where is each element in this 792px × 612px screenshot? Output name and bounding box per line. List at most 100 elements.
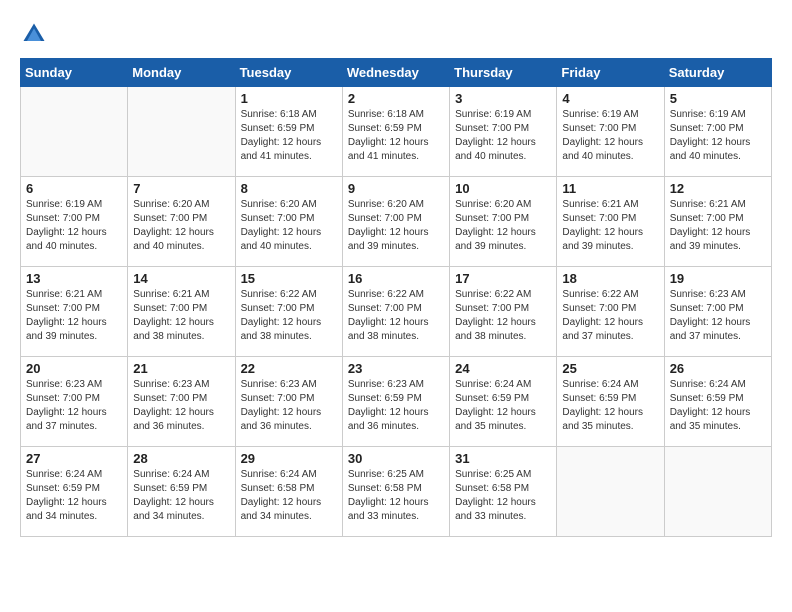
day-number: 26 xyxy=(670,361,766,376)
day-info: Sunrise: 6:24 AM Sunset: 6:58 PM Dayligh… xyxy=(241,468,337,524)
page-header xyxy=(20,20,772,48)
day-info: Sunrise: 6:21 AM Sunset: 7:00 PM Dayligh… xyxy=(670,198,766,254)
day-info: Sunrise: 6:20 AM Sunset: 7:00 PM Dayligh… xyxy=(348,198,444,254)
day-number: 31 xyxy=(455,451,551,466)
calendar-cell: 27 Sunrise: 6:24 AM Sunset: 6:59 PM Dayli… xyxy=(21,447,128,537)
day-number: 28 xyxy=(133,451,229,466)
calendar-cell: 23 Sunrise: 6:23 AM Sunset: 6:59 PM Dayli… xyxy=(342,357,449,447)
day-info: Sunrise: 6:23 AM Sunset: 7:00 PM Dayligh… xyxy=(26,378,122,434)
day-info: Sunrise: 6:24 AM Sunset: 6:59 PM Dayligh… xyxy=(562,378,658,434)
calendar-week-row: 27 Sunrise: 6:24 AM Sunset: 6:59 PM Dayli… xyxy=(21,447,772,537)
day-number: 15 xyxy=(241,271,337,286)
day-number: 16 xyxy=(348,271,444,286)
day-of-week-header: Tuesday xyxy=(235,59,342,87)
calendar-cell: 29 Sunrise: 6:24 AM Sunset: 6:58 PM Dayli… xyxy=(235,447,342,537)
calendar-cell: 5 Sunrise: 6:19 AM Sunset: 7:00 PM Daylig… xyxy=(664,87,771,177)
day-info: Sunrise: 6:21 AM Sunset: 7:00 PM Dayligh… xyxy=(26,288,122,344)
calendar-cell: 18Sunrise: 6:22 AM Sunset: 7:00 PM Dayli… xyxy=(557,267,664,357)
day-info: Sunrise: 6:19 AM Sunset: 7:00 PM Dayligh… xyxy=(26,198,122,254)
calendar-cell xyxy=(128,87,235,177)
day-info: Sunrise: 6:20 AM Sunset: 7:00 PM Dayligh… xyxy=(241,198,337,254)
day-info: Sunrise: 6:25 AM Sunset: 6:58 PM Dayligh… xyxy=(348,468,444,524)
day-info: Sunrise: 6:19 AM Sunset: 7:00 PM Dayligh… xyxy=(562,108,658,164)
calendar-cell: 11 Sunrise: 6:21 AM Sunset: 7:00 PM Dayli… xyxy=(557,177,664,267)
calendar-week-row: 1 Sunrise: 6:18 AM Sunset: 6:59 PM Daylig… xyxy=(21,87,772,177)
day-info: Sunrise: 6:22 AM Sunset: 7:00 PM Dayligh… xyxy=(455,288,551,344)
day-number: 12 xyxy=(670,181,766,196)
day-number: 1 xyxy=(241,91,337,106)
day-info: Sunrise: 6:20 AM Sunset: 7:00 PM Dayligh… xyxy=(455,198,551,254)
calendar-cell: 26 Sunrise: 6:24 AM Sunset: 6:59 PM Dayli… xyxy=(664,357,771,447)
day-number: 25 xyxy=(562,361,658,376)
calendar-cell: 8Sunrise: 6:20 AM Sunset: 7:00 PM Daylig… xyxy=(235,177,342,267)
calendar-cell xyxy=(664,447,771,537)
day-number: 14 xyxy=(133,271,229,286)
logo-icon xyxy=(20,20,48,48)
day-number: 30 xyxy=(348,451,444,466)
day-info: Sunrise: 6:19 AM Sunset: 7:00 PM Dayligh… xyxy=(670,108,766,164)
calendar-cell: 30 Sunrise: 6:25 AM Sunset: 6:58 PM Dayli… xyxy=(342,447,449,537)
calendar-header-row: SundayMondayTuesdayWednesdayThursdayFrid… xyxy=(21,59,772,87)
day-number: 17 xyxy=(455,271,551,286)
day-number: 5 xyxy=(670,91,766,106)
day-number: 6 xyxy=(26,181,122,196)
day-number: 18 xyxy=(562,271,658,286)
day-of-week-header: Monday xyxy=(128,59,235,87)
calendar-cell: 25 Sunrise: 6:24 AM Sunset: 6:59 PM Dayli… xyxy=(557,357,664,447)
day-number: 29 xyxy=(241,451,337,466)
day-info: Sunrise: 6:24 AM Sunset: 6:59 PM Dayligh… xyxy=(455,378,551,434)
calendar-cell: 12 Sunrise: 6:21 AM Sunset: 7:00 PM Dayli… xyxy=(664,177,771,267)
day-info: Sunrise: 6:22 AM Sunset: 7:00 PM Dayligh… xyxy=(241,288,337,344)
day-number: 7 xyxy=(133,181,229,196)
day-info: Sunrise: 6:24 AM Sunset: 6:59 PM Dayligh… xyxy=(26,468,122,524)
calendar-cell xyxy=(557,447,664,537)
day-number: 21 xyxy=(133,361,229,376)
calendar-cell: 24 Sunrise: 6:24 AM Sunset: 6:59 PM Dayli… xyxy=(450,357,557,447)
calendar: SundayMondayTuesdayWednesdayThursdayFrid… xyxy=(20,58,772,537)
day-number: 9 xyxy=(348,181,444,196)
day-number: 24 xyxy=(455,361,551,376)
day-info: Sunrise: 6:24 AM Sunset: 6:59 PM Dayligh… xyxy=(670,378,766,434)
calendar-cell: 15 Sunrise: 6:22 AM Sunset: 7:00 PM Dayli… xyxy=(235,267,342,357)
calendar-week-row: 20Sunrise: 6:23 AM Sunset: 7:00 PM Dayli… xyxy=(21,357,772,447)
day-info: Sunrise: 6:19 AM Sunset: 7:00 PM Dayligh… xyxy=(455,108,551,164)
day-info: Sunrise: 6:23 AM Sunset: 6:59 PM Dayligh… xyxy=(348,378,444,434)
calendar-cell: 31 Sunrise: 6:25 AM Sunset: 6:58 PM Dayli… xyxy=(450,447,557,537)
day-of-week-header: Thursday xyxy=(450,59,557,87)
calendar-cell: 13Sunrise: 6:21 AM Sunset: 7:00 PM Dayli… xyxy=(21,267,128,357)
day-info: Sunrise: 6:18 AM Sunset: 6:59 PM Dayligh… xyxy=(348,108,444,164)
calendar-cell: 4 Sunrise: 6:19 AM Sunset: 7:00 PM Daylig… xyxy=(557,87,664,177)
calendar-cell xyxy=(21,87,128,177)
day-number: 10 xyxy=(455,181,551,196)
calendar-cell: 7 Sunrise: 6:20 AM Sunset: 7:00 PM Daylig… xyxy=(128,177,235,267)
day-of-week-header: Friday xyxy=(557,59,664,87)
day-info: Sunrise: 6:22 AM Sunset: 7:00 PM Dayligh… xyxy=(348,288,444,344)
calendar-week-row: 13Sunrise: 6:21 AM Sunset: 7:00 PM Dayli… xyxy=(21,267,772,357)
day-number: 22 xyxy=(241,361,337,376)
calendar-cell: 6 Sunrise: 6:19 AM Sunset: 7:00 PM Daylig… xyxy=(21,177,128,267)
calendar-cell: 16 Sunrise: 6:22 AM Sunset: 7:00 PM Dayli… xyxy=(342,267,449,357)
day-info: Sunrise: 6:20 AM Sunset: 7:00 PM Dayligh… xyxy=(133,198,229,254)
day-number: 27 xyxy=(26,451,122,466)
day-info: Sunrise: 6:21 AM Sunset: 7:00 PM Dayligh… xyxy=(562,198,658,254)
calendar-cell: 1Sunrise: 6:18 AM Sunset: 6:59 PM Daylig… xyxy=(235,87,342,177)
calendar-cell: 28Sunrise: 6:24 AM Sunset: 6:59 PM Dayli… xyxy=(128,447,235,537)
day-info: Sunrise: 6:23 AM Sunset: 7:00 PM Dayligh… xyxy=(670,288,766,344)
day-number: 23 xyxy=(348,361,444,376)
calendar-cell: 21 Sunrise: 6:23 AM Sunset: 7:00 PM Dayli… xyxy=(128,357,235,447)
day-number: 3 xyxy=(455,91,551,106)
day-of-week-header: Sunday xyxy=(21,59,128,87)
calendar-cell: 22 Sunrise: 6:23 AM Sunset: 7:00 PM Dayli… xyxy=(235,357,342,447)
day-info: Sunrise: 6:23 AM Sunset: 7:00 PM Dayligh… xyxy=(133,378,229,434)
logo xyxy=(20,20,50,48)
day-info: Sunrise: 6:21 AM Sunset: 7:00 PM Dayligh… xyxy=(133,288,229,344)
calendar-cell: 19 Sunrise: 6:23 AM Sunset: 7:00 PM Dayli… xyxy=(664,267,771,357)
day-number: 19 xyxy=(670,271,766,286)
calendar-cell: 17 Sunrise: 6:22 AM Sunset: 7:00 PM Dayli… xyxy=(450,267,557,357)
day-number: 4 xyxy=(562,91,658,106)
day-of-week-header: Saturday xyxy=(664,59,771,87)
day-number: 11 xyxy=(562,181,658,196)
calendar-cell: 9 Sunrise: 6:20 AM Sunset: 7:00 PM Daylig… xyxy=(342,177,449,267)
day-info: Sunrise: 6:23 AM Sunset: 7:00 PM Dayligh… xyxy=(241,378,337,434)
day-info: Sunrise: 6:25 AM Sunset: 6:58 PM Dayligh… xyxy=(455,468,551,524)
